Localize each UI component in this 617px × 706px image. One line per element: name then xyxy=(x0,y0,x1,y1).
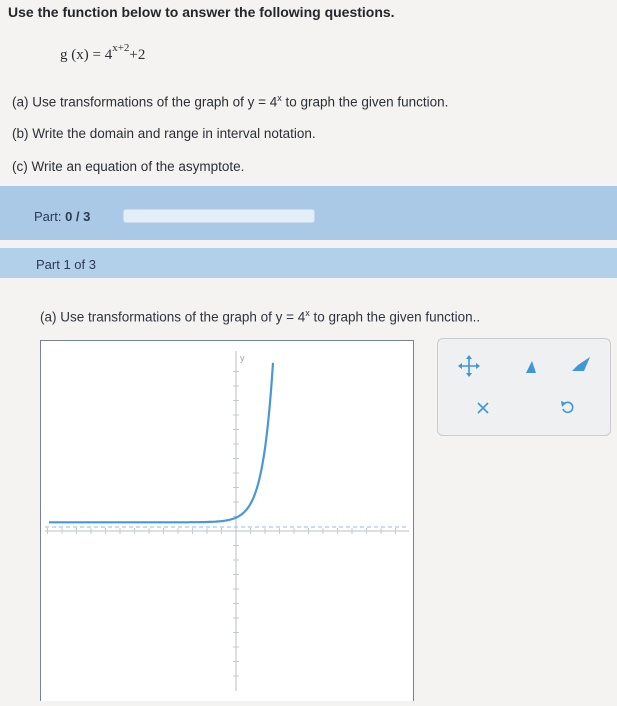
clear-x-icon[interactable] xyxy=(476,401,490,420)
y-axis-label: y xyxy=(240,353,245,363)
subquestion-text: (a) Use transformations of the graph of … xyxy=(40,308,480,325)
question-item-a: (a) Use transformations of the graph of … xyxy=(12,93,448,110)
exponential-curve[interactable] xyxy=(49,362,275,524)
item-c-text: (c) Write an equation of the asymptote. xyxy=(12,159,245,174)
graph-canvas[interactable]: y xyxy=(40,340,414,701)
exponential-tool-icon[interactable] xyxy=(570,355,592,380)
part-progress-bar xyxy=(123,209,315,223)
subquestion-before: (a) Use transformations of the graph of … xyxy=(40,309,306,325)
item-a-text: (a) Use transformations of the graph of … xyxy=(12,94,278,110)
part-score-value: 0 / 3 xyxy=(65,209,91,224)
function-lhs: g (x) = 4 xyxy=(60,47,113,63)
graph-svg[interactable]: y xyxy=(41,341,413,701)
question-title: Use the function below to answer the fol… xyxy=(8,4,395,20)
graph-tool-panel xyxy=(437,338,611,436)
exponential-graph-icon[interactable] xyxy=(516,357,542,380)
function-exponent: x+2 xyxy=(112,42,130,54)
move-arrows-icon[interactable] xyxy=(458,355,480,382)
item-b-text: (b) Write the domain and range in interv… xyxy=(12,126,316,141)
item-a-after: to graph the given function. xyxy=(281,94,449,110)
function-rhs: +2 xyxy=(129,47,146,63)
part-indicator: Part 1 of 3 xyxy=(36,257,96,272)
question-item-c: (c) Write an equation of the asymptote. xyxy=(12,159,244,174)
subquestion-after: to graph the given function.. xyxy=(309,309,481,325)
axis-ticks xyxy=(47,371,396,677)
part-score: Part: 0 / 3 xyxy=(34,209,90,224)
question-item-b: (b) Write the domain and range in interv… xyxy=(12,126,316,141)
function-formula: g (x) = 4x+2+2 xyxy=(60,42,146,64)
undo-icon[interactable] xyxy=(560,399,576,420)
part-label: Part: xyxy=(34,209,62,224)
